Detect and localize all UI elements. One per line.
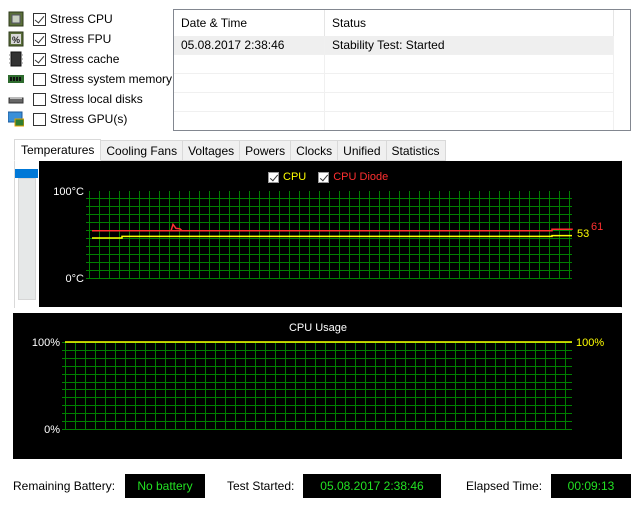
cpu-usage-grid xyxy=(62,342,572,430)
test-started-label: Test Started: xyxy=(227,479,295,493)
cpu-usage-chart: CPU Usage 100% 0% 100% xyxy=(32,322,604,436)
elapsed-time-value: 00:09:13 xyxy=(551,474,631,498)
cpu-usage-y-max-label: 100% xyxy=(32,337,60,349)
elapsed-time-label: Elapsed Time: xyxy=(466,479,543,493)
test-started-value: 05.08.2017 2:38:46 xyxy=(303,474,441,498)
remaining-battery-value: No battery xyxy=(125,474,205,498)
remaining-battery-label: Remaining Battery: xyxy=(13,479,116,493)
tab-temperatures[interactable]: Temperatures xyxy=(14,139,102,161)
cpu-usage-title: CPU Usage xyxy=(289,322,347,334)
cpu-usage-current-value: 100% xyxy=(576,337,604,349)
cpu-usage-y-min-label: 0% xyxy=(44,424,60,436)
